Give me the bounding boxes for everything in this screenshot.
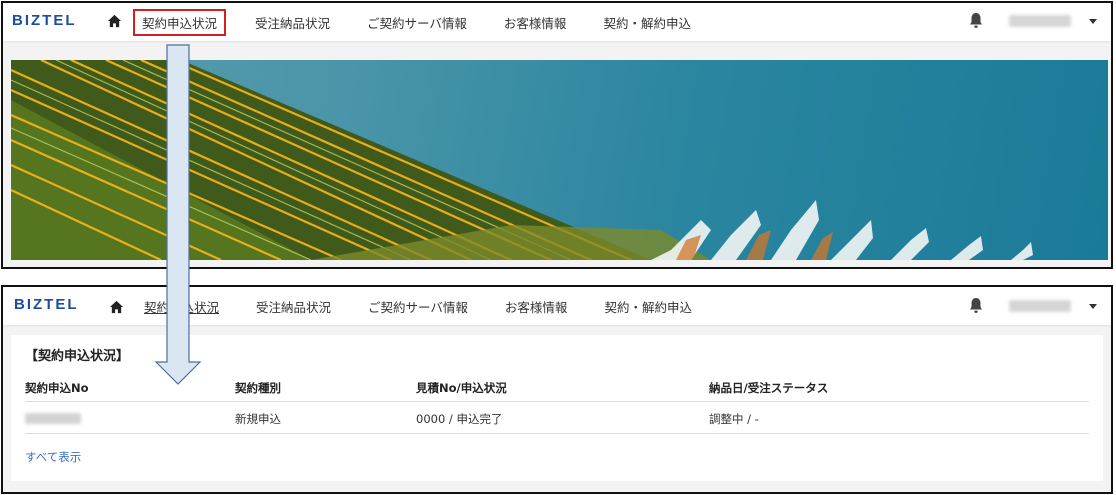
table-header-row: 契約申込No 契約種別 見積No/申込状況 納品日/受注ステータス xyxy=(25,375,1089,402)
nav-order-delivery-status[interactable]: 受注納品状況 xyxy=(248,294,339,319)
cell-delivery-status: 調整中 / - xyxy=(709,412,759,426)
user-name-blurred[interactable] xyxy=(1009,300,1071,312)
cell-contract-type: 新規申込 xyxy=(235,412,281,426)
bell-icon[interactable] xyxy=(968,12,984,29)
nav-contract-application-status[interactable]: 契約申込状況 xyxy=(133,8,227,36)
caret-down-icon[interactable] xyxy=(1089,304,1097,309)
top-screenshot-panel: BIZTEL 契約申込状況 受注納品状況 ご契約サーバ情報 お客様情報 契約・解… xyxy=(1,1,1113,269)
biztel-logo[interactable]: BIZTEL xyxy=(12,12,77,29)
header-contract-type: 契約種別 xyxy=(235,381,281,395)
header-quote-status: 見積No/申込状況 xyxy=(416,381,507,395)
header-delivery-status: 納品日/受注ステータス xyxy=(709,381,829,395)
nav-contract-cancel-application[interactable]: 契約・解約申込 xyxy=(596,294,700,319)
header-contract-no: 契約申込No xyxy=(25,381,89,395)
nav-contract-server-info[interactable]: ご契約サーバ情報 xyxy=(359,10,475,35)
hero-banner-image xyxy=(11,60,1108,260)
biztel-logo[interactable]: BIZTEL xyxy=(14,296,79,313)
palm-leaf-image xyxy=(11,60,1033,260)
nav-customer-info[interactable]: お客様情報 xyxy=(496,10,575,35)
nav-contract-cancel-application[interactable]: 契約・解約申込 xyxy=(595,10,699,35)
bell-icon[interactable] xyxy=(968,297,984,314)
user-name-blurred[interactable] xyxy=(1009,15,1071,27)
section-title: 【契約申込状況】 xyxy=(25,349,130,364)
top-nav-links: 契約申込状況 受注納品状況 ご契約サーバ情報 お客様情報 契約・解約申込 xyxy=(133,3,720,41)
top-navbar: BIZTEL 契約申込状況 受注納品状況 ご契約サーバ情報 お客様情報 契約・解… xyxy=(3,3,1111,41)
bottom-navbar: BIZTEL 契約申込状況 受注納品状況 ご契約サーバ情報 お客様情報 契約・解… xyxy=(3,287,1111,325)
table-row[interactable]: 新規申込 0000 / 申込完了 調整中 / - xyxy=(25,403,1089,434)
caret-down-icon[interactable] xyxy=(1089,19,1097,24)
show-all-link[interactable]: すべて表示 xyxy=(25,449,81,465)
cell-quote-status: 0000 / 申込完了 xyxy=(416,412,503,426)
bottom-nav-links: 契約申込状況 受注納品状況 ご契約サーバ情報 お客様情報 契約・解約申込 xyxy=(136,287,721,325)
nav-contract-server-info[interactable]: ご契約サーバ情報 xyxy=(360,294,476,319)
home-icon[interactable] xyxy=(109,300,124,314)
nav-customer-info[interactable]: お客様情報 xyxy=(497,294,576,319)
nav-order-delivery-status[interactable]: 受注納品状況 xyxy=(247,10,338,35)
nav-contract-application-status[interactable]: 契約申込状況 xyxy=(136,294,227,319)
contract-status-card: 【契約申込状況】 契約申込No 契約種別 見積No/申込状況 納品日/受注ステー… xyxy=(11,335,1103,481)
contract-no-blurred[interactable] xyxy=(25,413,81,424)
bottom-screenshot-panel: BIZTEL 契約申込状況 受注納品状況 ご契約サーバ情報 お客様情報 契約・解… xyxy=(1,285,1113,494)
home-icon[interactable] xyxy=(107,14,122,28)
